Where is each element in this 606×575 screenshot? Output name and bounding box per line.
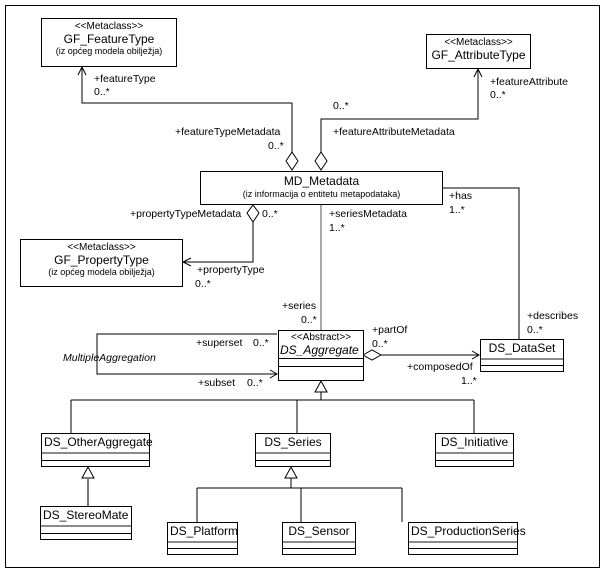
class-ds-other-aggregate[interactable]: DS_OtherAggregate [41,433,153,467]
class-name: GF_PropertyType [54,252,149,267]
role-superset: +superset [196,337,243,349]
class-gf-property-type[interactable]: <<Metaclass>> GF_PropertyType (iz općeg … [20,239,183,287]
attributes-compartment [279,358,363,366]
attributes-compartment [283,540,355,549]
generalization-triangle-series [284,465,298,479]
role-subset: +subset [198,377,236,389]
class-gf-feature-type[interactable]: <<Metaclass>> GF_FeatureType (iz općeg m… [41,18,177,67]
mult-has: 1..* [449,204,465,216]
role-property-type-metadata: +propertyTypeMetadata [130,208,242,220]
mult-property-type-metadata: 0..* [262,208,278,220]
role-has: +has [449,190,473,202]
role-describes: +describes [527,310,579,322]
class-name: DS_StereoMate [43,508,129,522]
operations-compartment [168,548,237,554]
operations-compartment [41,533,131,539]
role-part-of: +partOf [372,324,408,336]
attributes-compartment [41,524,131,534]
attributes-compartment [481,357,563,366]
mult-feature-attribute-metadata: 0..* [333,100,349,112]
operations-compartment [436,460,513,466]
stereotype: <<Metaclass>> [74,21,144,32]
mult-feature-type-metadata: 0..* [268,140,284,152]
class-note: (iz općeg modela obilježja) [48,267,155,278]
association-name: MultipleAggregation [63,352,156,364]
role-feature-attribute: +featureAttribute [490,76,568,88]
mult-series-metadata: 1..* [329,222,345,234]
generalization-triangle-other-aggregate [81,465,95,479]
role-composed-of: +composedOf [407,361,473,373]
mult-feature-type: 0..* [94,86,110,98]
operations-compartment [409,548,517,554]
class-name: DS_Platform [170,524,239,538]
mult-feature-attribute: 0..* [490,89,506,101]
operations-compartment [256,460,330,466]
class-name: DS_Initiative [440,435,509,449]
generalization-triangle-aggregate [314,379,328,393]
class-name: GF_AttributeType [431,47,526,62]
aggregation-diamond-property-type [246,204,260,223]
mult-describes: 0..* [527,324,543,336]
class-name: DS_ProductionSeries [411,524,526,538]
class-name: DS_Sensor [288,524,350,538]
class-name: DS_OtherAggregate [44,435,153,449]
operations-compartment [481,365,563,371]
mult-composed-of: 1..* [461,375,477,387]
class-name: DS_Series [264,435,322,449]
mult-part-of: 0..* [372,338,388,350]
class-ds-initiative[interactable]: DS_Initiative [435,433,514,467]
class-note: (iz informacija o entitetu metapodataka) [242,188,401,199]
attributes-compartment [256,451,330,461]
aggregation-diamond-feature-type [285,151,299,171]
class-name: MD_Metadata [283,174,360,188]
attributes-compartment [168,540,237,549]
class-ds-aggregate[interactable]: <<Abstract>> DS_Aggregate [278,330,364,381]
mult-series: 0..* [301,314,317,326]
aggregation-diamond-part-of [361,349,383,361]
role-series-metadata: +seriesMetadata [329,208,407,220]
assoc-property-type [183,222,254,263]
attributes-compartment [409,540,517,549]
aggregation-diamond-feature-attribute [314,151,328,171]
stereotype: <<Metaclass>> [444,37,513,48]
class-ds-production-series[interactable]: DS_ProductionSeries [408,522,526,555]
generalization-tree-aggregate [70,392,475,433]
role-series: +series [282,300,317,312]
class-name: DS_DataSet [488,341,556,355]
class-ds-series[interactable]: DS_Series [255,433,331,467]
role-feature-attribute-metadata: +featureAttributeMetadata [333,126,455,138]
class-ds-sensor[interactable]: DS_Sensor [282,522,356,555]
mult-subset: 0..* [247,377,263,389]
stereotype: <<Abstract>> [290,332,352,343]
class-md-metadata[interactable]: MD_Metadata (iz informacija o entitetu m… [200,171,443,205]
mult-superset: 0..* [253,337,269,349]
role-feature-type: +featureType [94,73,156,85]
operations-compartment [283,548,355,554]
attributes-compartment [42,451,149,461]
operations-compartment [42,460,149,466]
generalization-tree-series [196,478,403,522]
class-note: (iz općeg modela obilježja) [55,46,163,57]
class-name: GF_FeatureType [63,31,155,46]
class-name: DS_Aggregate [280,342,359,357]
class-ds-stereomate[interactable]: DS_StereoMate [40,506,132,540]
class-ds-platform[interactable]: DS_Platform [167,522,238,555]
stereotype: <<Metaclass>> [67,242,136,253]
role-feature-type-metadata: +featureTypeMetadata [175,126,281,138]
class-ds-dataset[interactable]: DS_DataSet [480,339,564,372]
role-property-type: +propertyType [197,264,265,276]
operations-compartment [279,366,363,373]
class-gf-attribute-type[interactable]: <<Metaclass>> GF_AttributeType [426,34,531,69]
mult-property-type: 0..* [195,278,211,290]
attributes-compartment [436,451,513,461]
